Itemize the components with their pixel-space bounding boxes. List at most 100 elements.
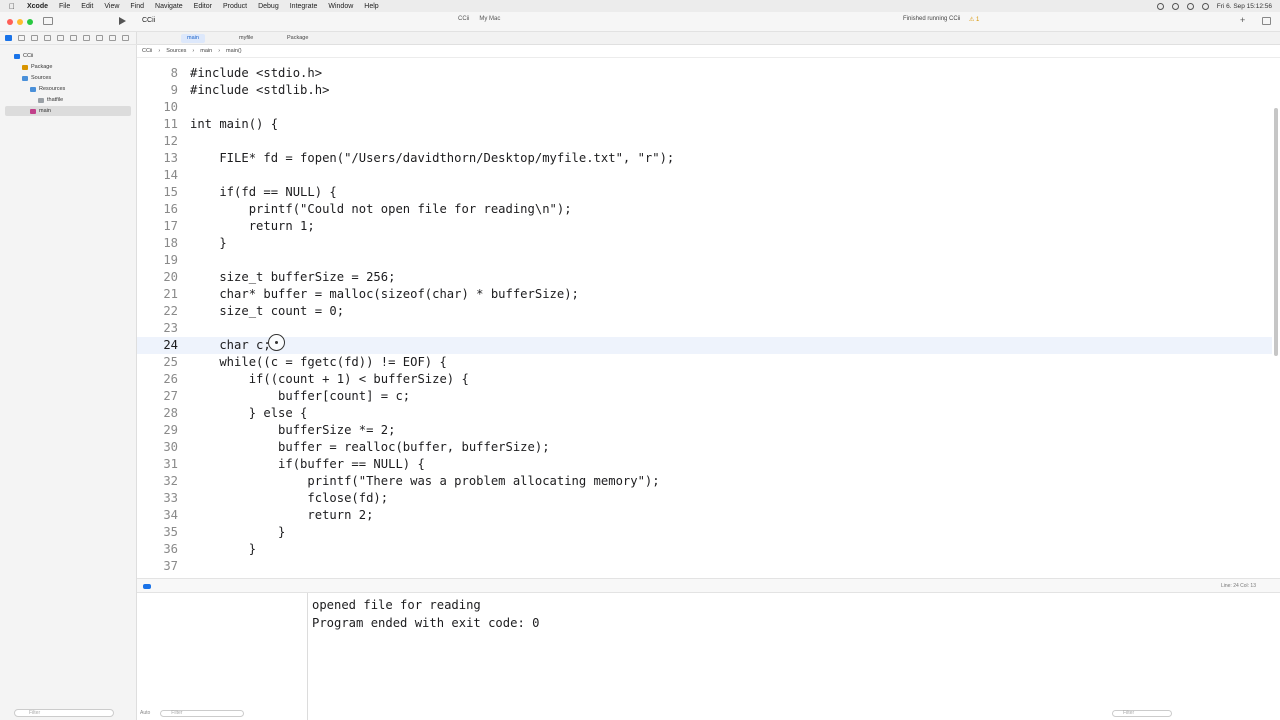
- menu-view[interactable]: View: [104, 3, 119, 10]
- code-line[interactable]: 24 char c;: [137, 337, 1272, 354]
- breadcrumb-function[interactable]: main(): [226, 48, 242, 54]
- line-number[interactable]: 30: [137, 439, 178, 456]
- breakpoint-icon[interactable]: [109, 35, 116, 41]
- hierarchy-icon[interactable]: [44, 35, 51, 41]
- code-line[interactable]: 27 buffer[count] = c;: [137, 388, 1272, 405]
- menu-debug[interactable]: Debug: [258, 3, 279, 10]
- breadcrumb-sources[interactable]: Sources: [166, 48, 186, 54]
- add-library-icon[interactable]: +: [1240, 15, 1245, 25]
- bookmark-icon[interactable]: [31, 35, 38, 41]
- line-number[interactable]: 28: [137, 405, 178, 422]
- line-number[interactable]: 35: [137, 524, 178, 541]
- line-code[interactable]: if(buffer == NULL) {: [190, 456, 425, 473]
- variables-filter-input[interactable]: Filter: [160, 709, 245, 717]
- menu-product[interactable]: Product: [223, 3, 247, 10]
- menu-integrate[interactable]: Integrate: [290, 3, 318, 10]
- inspector-toggle-icon[interactable]: [1262, 17, 1271, 25]
- line-number[interactable]: 11: [137, 116, 178, 133]
- tab-package[interactable]: Package: [281, 34, 314, 43]
- line-code[interactable]: char* buffer = malloc(sizeof(char) * buf…: [190, 286, 579, 303]
- line-code[interactable]: bufferSize *= 2;: [190, 422, 395, 439]
- line-number[interactable]: 13: [137, 150, 178, 167]
- console-filter-input[interactable]: Filter: [1112, 709, 1172, 717]
- code-line[interactable]: 10: [137, 99, 1272, 116]
- warning-count-badge[interactable]: ⚠ 1: [969, 16, 979, 23]
- line-number[interactable]: 37: [137, 558, 178, 575]
- code-line[interactable]: 9 #include <stdlib.h>: [137, 82, 1272, 99]
- run-button[interactable]: [119, 17, 126, 25]
- line-number[interactable]: 9: [137, 82, 178, 99]
- line-number[interactable]: 27: [137, 388, 178, 405]
- line-number[interactable]: 22: [137, 303, 178, 320]
- line-number[interactable]: 10: [137, 99, 178, 116]
- zoom-window-button[interactable]: [27, 19, 33, 25]
- line-number[interactable]: 14: [137, 167, 178, 184]
- line-code[interactable]: }: [190, 235, 226, 252]
- line-number[interactable]: 31: [137, 456, 178, 473]
- code-line[interactable]: 13 FILE* fd = fopen("/Users/davidthorn/D…: [137, 150, 1272, 167]
- line-code[interactable]: size_t count = 0;: [190, 303, 344, 320]
- code-line[interactable]: 26 if((count + 1) < bufferSize) {: [137, 371, 1272, 388]
- close-window-button[interactable]: [7, 19, 13, 25]
- tree-item-resources[interactable]: Resources: [0, 84, 137, 94]
- code-line[interactable]: 29 bufferSize *= 2;: [137, 422, 1272, 439]
- menu-find[interactable]: Find: [130, 3, 144, 10]
- line-number[interactable]: 12: [137, 133, 178, 150]
- line-number[interactable]: 20: [137, 269, 178, 286]
- line-code[interactable]: buffer = realloc(buffer, bufferSize);: [190, 439, 550, 456]
- menu-edit[interactable]: Edit: [81, 3, 93, 10]
- report-icon[interactable]: [122, 35, 129, 41]
- line-code[interactable]: printf("There was a problem allocating m…: [190, 473, 659, 490]
- menu-navigate[interactable]: Navigate: [155, 3, 183, 10]
- line-code[interactable]: fclose(fd);: [190, 490, 388, 507]
- breadcrumb-project[interactable]: CCii: [142, 48, 152, 54]
- code-line[interactable]: 31 if(buffer == NULL) {: [137, 456, 1272, 473]
- code-line[interactable]: 36 }: [137, 541, 1272, 558]
- menu-editor[interactable]: Editor: [194, 3, 212, 10]
- source-control-icon[interactable]: [18, 35, 25, 41]
- tree-item-main[interactable]: main: [5, 106, 131, 116]
- code-line[interactable]: 28 } else {: [137, 405, 1272, 422]
- line-number[interactable]: 19: [137, 252, 178, 269]
- code-line[interactable]: 20 size_t bufferSize = 256;: [137, 269, 1272, 286]
- line-number[interactable]: 32: [137, 473, 178, 490]
- tree-item-package[interactable]: Package: [0, 62, 137, 72]
- control-center-icon[interactable]: [1201, 2, 1209, 10]
- line-number[interactable]: 29: [137, 422, 178, 439]
- line-number[interactable]: 18: [137, 235, 178, 252]
- menu-window[interactable]: Window: [328, 3, 353, 10]
- minimize-window-button[interactable]: [17, 19, 23, 25]
- debug-icon[interactable]: [96, 35, 103, 41]
- scheme-name[interactable]: CCii: [458, 16, 469, 22]
- line-number[interactable]: 24: [137, 337, 178, 354]
- editor-scrollbar[interactable]: [1274, 108, 1278, 356]
- menubar-clock[interactable]: Fri 6. Sep 15:12:56: [1217, 3, 1272, 10]
- console-toggle-icon[interactable]: [143, 584, 151, 589]
- line-number[interactable]: 36: [137, 541, 178, 558]
- line-code[interactable]: }: [190, 524, 285, 541]
- line-number[interactable]: 15: [137, 184, 178, 201]
- folder-icon[interactable]: [5, 35, 12, 41]
- code-line[interactable]: 34 return 2;: [137, 507, 1272, 524]
- line-number[interactable]: 34: [137, 507, 178, 524]
- tree-item-project[interactable]: CCii: [0, 51, 137, 61]
- line-code[interactable]: int main() {: [190, 116, 278, 133]
- scheme-selector[interactable]: CCii My Mac: [458, 16, 500, 22]
- tab-myfile[interactable]: myfile: [233, 34, 259, 43]
- navigator-filter-input[interactable]: Filter: [14, 709, 114, 717]
- test-icon[interactable]: [83, 35, 90, 41]
- line-code[interactable]: if((count + 1) < bufferSize) {: [190, 371, 469, 388]
- line-code[interactable]: FILE* fd = fopen("/Users/davidthorn/Desk…: [190, 150, 674, 167]
- code-line[interactable]: 33 fclose(fd);: [137, 490, 1272, 507]
- code-line[interactable]: 25 while((c = fgetc(fd)) != EOF) {: [137, 354, 1272, 371]
- breadcrumb-file[interactable]: main: [200, 48, 212, 54]
- line-code[interactable]: return 2;: [190, 507, 373, 524]
- bluetooth-icon[interactable]: [1171, 2, 1179, 10]
- line-code[interactable]: #include <stdlib.h>: [190, 82, 329, 99]
- line-code[interactable]: printf("Could not open file for reading\…: [190, 201, 572, 218]
- menu-file[interactable]: File: [59, 3, 70, 10]
- code-line[interactable]: 21 char* buffer = malloc(sizeof(char) * …: [137, 286, 1272, 303]
- menu-xcode[interactable]: Xcode: [27, 3, 48, 10]
- line-code[interactable]: while((c = fgetc(fd)) != EOF) {: [190, 354, 446, 371]
- code-line[interactable]: 14: [137, 167, 1272, 184]
